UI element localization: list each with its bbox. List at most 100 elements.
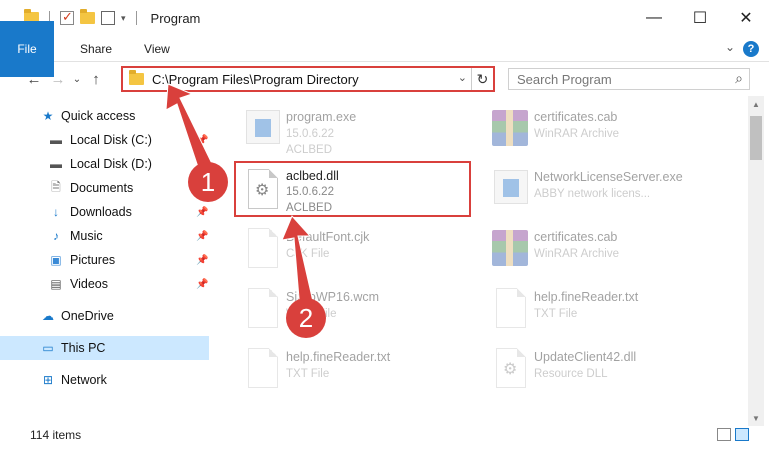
file-type: WinRAR Archive: [534, 248, 619, 260]
chevron-down-icon[interactable]: ⌄: [725, 40, 735, 54]
file-item[interactable]: help.fineReader.txt TXT File: [236, 340, 486, 396]
nav-item-quick-access[interactable]: ★ Quick access: [0, 104, 209, 128]
toolbar-divider: [135, 11, 137, 25]
details-view-icon[interactable]: [717, 428, 731, 441]
tab-view[interactable]: View: [128, 36, 186, 62]
vertical-scrollbar[interactable]: ▲ ▼: [748, 96, 764, 426]
pictures-icon: ▣: [50, 253, 62, 267]
help-icon[interactable]: ?: [743, 41, 759, 57]
new-folder-icon[interactable]: [80, 9, 95, 24]
file-type: TXT File: [534, 308, 578, 320]
address-path[interactable]: C:\Program Files\Program Directory: [152, 72, 359, 87]
nav-item-downloads[interactable]: ↓ Downloads 📌: [0, 200, 209, 224]
tiles-view-icon[interactable]: [735, 428, 749, 441]
nav-item-this-pc[interactable]: ▭ This PC: [0, 336, 209, 360]
file-name: certificates.cab: [534, 110, 618, 124]
up-arrow-icon[interactable]: ↑: [84, 71, 108, 88]
computer-icon: ▭: [42, 341, 54, 355]
file-item[interactable]: certificates.cab WinRAR Archive: [484, 220, 734, 276]
customize-toolbar-icon[interactable]: [101, 11, 115, 25]
pin-icon[interactable]: 📌: [196, 207, 208, 218]
refresh-icon[interactable]: ↻: [471, 68, 493, 90]
file-type: CJK File: [286, 248, 330, 260]
nav-item-documents[interactable]: 🗎 Documents: [0, 176, 209, 200]
file-type: WinRAR Archive: [534, 128, 619, 140]
nav-item-music[interactable]: ♪ Music 📌: [0, 224, 209, 248]
search-box[interactable]: Search Program ⌕: [508, 68, 750, 90]
nav-item-label: Network: [61, 373, 107, 387]
file-item[interactable]: ⚙ UpdateClient42.dll Resource DLL: [484, 340, 734, 396]
nav-item-label: Local Disk (D:): [70, 157, 152, 171]
nav-item-label: Local Disk (C:): [70, 133, 152, 147]
pin-icon[interactable]: 📌: [196, 255, 208, 266]
maximize-icon[interactable]: ☐: [677, 0, 723, 36]
address-bar[interactable]: C:\Program Files\Program Directory ⌄ ↻: [121, 66, 495, 92]
videos-icon: ▤: [50, 277, 62, 291]
file-item[interactable]: help.fineReader.txt TXT File: [484, 280, 734, 336]
forward-arrow-icon[interactable]: →: [46, 71, 70, 88]
nav-item-pictures[interactable]: ▣ Pictures 📌: [0, 248, 209, 272]
chevron-down-icon[interactable]: ▾: [121, 13, 126, 24]
file-name: UpdateClient42.dll: [534, 350, 637, 364]
nav-item-label: Documents: [70, 181, 134, 195]
file-list: program.exe 15.0.6.22 ACLBED certificate…: [212, 96, 748, 408]
nav-item-local-disk-c[interactable]: ▬ Local Disk (C:) 📌: [0, 128, 209, 152]
nav-item-videos[interactable]: ▤ Videos 📌: [0, 272, 209, 296]
file-item[interactable]: NetworkLicenseServer.exe ABBY network li…: [484, 160, 734, 216]
navigation-pane: ★ Quick access ▬ Local Disk (C:) 📌 ▬ Loc…: [0, 96, 212, 408]
window-controls: — ☐ ✕: [631, 0, 769, 36]
nav-item-label: This PC: [61, 341, 106, 355]
status-bar: 114 items: [0, 424, 769, 446]
close-icon[interactable]: ✕: [723, 0, 769, 36]
pin-icon[interactable]: 📌: [196, 135, 208, 146]
pin-icon[interactable]: 📌: [196, 231, 208, 242]
file-type: Resource DLL: [534, 368, 608, 380]
nav-item-network[interactable]: ⊞ Network: [0, 368, 209, 392]
document-file-icon: [240, 348, 280, 392]
file-item[interactable]: program.exe 15.0.6.22 ACLBED: [236, 100, 486, 156]
address-row: ← → ⌄ ↑ C:\Program Files\Program Directo…: [0, 62, 769, 96]
download-icon: ↓: [53, 205, 59, 219]
nav-item-label: Quick access: [61, 109, 136, 123]
search-input[interactable]: Search Program: [517, 72, 612, 87]
file-company: ACLBED: [286, 202, 333, 214]
file-name: aclbed.dll: [286, 169, 339, 183]
step-2-callout: 2: [286, 298, 326, 338]
star-icon: ★: [42, 109, 54, 123]
nav-item-label: Videos: [70, 277, 108, 291]
recent-locations-icon[interactable]: ⌄: [70, 74, 84, 85]
search-icon[interactable]: ⌕: [735, 70, 743, 87]
documents-icon: 🗎: [51, 179, 61, 194]
nav-item-local-disk-d[interactable]: ▬ Local Disk (D:): [0, 152, 209, 176]
chevron-down-icon[interactable]: ⌄: [458, 71, 467, 84]
pin-icon[interactable]: 📌: [196, 279, 208, 290]
file-item[interactable]: certificates.cab WinRAR Archive: [484, 100, 734, 156]
file-name: help.fineReader.txt: [534, 290, 639, 304]
back-arrow-icon[interactable]: ←: [22, 71, 46, 88]
file-name: DefaultFont.cjk: [286, 230, 370, 244]
nav-item-label: Music: [70, 229, 103, 243]
exe-file-icon: [240, 108, 280, 152]
file-name: program.exe: [286, 110, 357, 124]
minimize-icon[interactable]: —: [631, 0, 677, 36]
file-name: certificates.cab: [534, 230, 618, 244]
scrollbar-thumb[interactable]: [750, 116, 762, 160]
file-name: help.fineReader.txt: [286, 350, 391, 364]
file-item-highlighted[interactable]: ⚙ aclbed.dll 15.0.6.22 ACLBED: [234, 161, 471, 217]
properties-check-icon[interactable]: [60, 9, 74, 25]
window-title: Program: [150, 10, 201, 26]
file-name: NetworkLicenseServer.exe: [534, 170, 683, 184]
archive-file-icon: [488, 228, 528, 272]
scroll-up-icon[interactable]: ▲: [748, 96, 764, 112]
file-type: ABBY network licens...: [534, 188, 651, 200]
cloud-icon: ☁: [42, 309, 54, 323]
file-item[interactable]: DefaultFont.cjk CJK File: [236, 220, 486, 276]
nav-item-onedrive[interactable]: ☁ OneDrive: [0, 304, 209, 328]
drive-icon: ▬: [50, 133, 62, 147]
network-icon: ⊞: [42, 373, 54, 387]
file-item[interactable]: SiStoWP16.wcm WCM File: [236, 280, 486, 336]
archive-file-icon: [488, 108, 528, 152]
file-type: TXT File: [286, 368, 330, 380]
document-file-icon: [240, 228, 280, 272]
tab-share[interactable]: Share: [64, 36, 128, 62]
